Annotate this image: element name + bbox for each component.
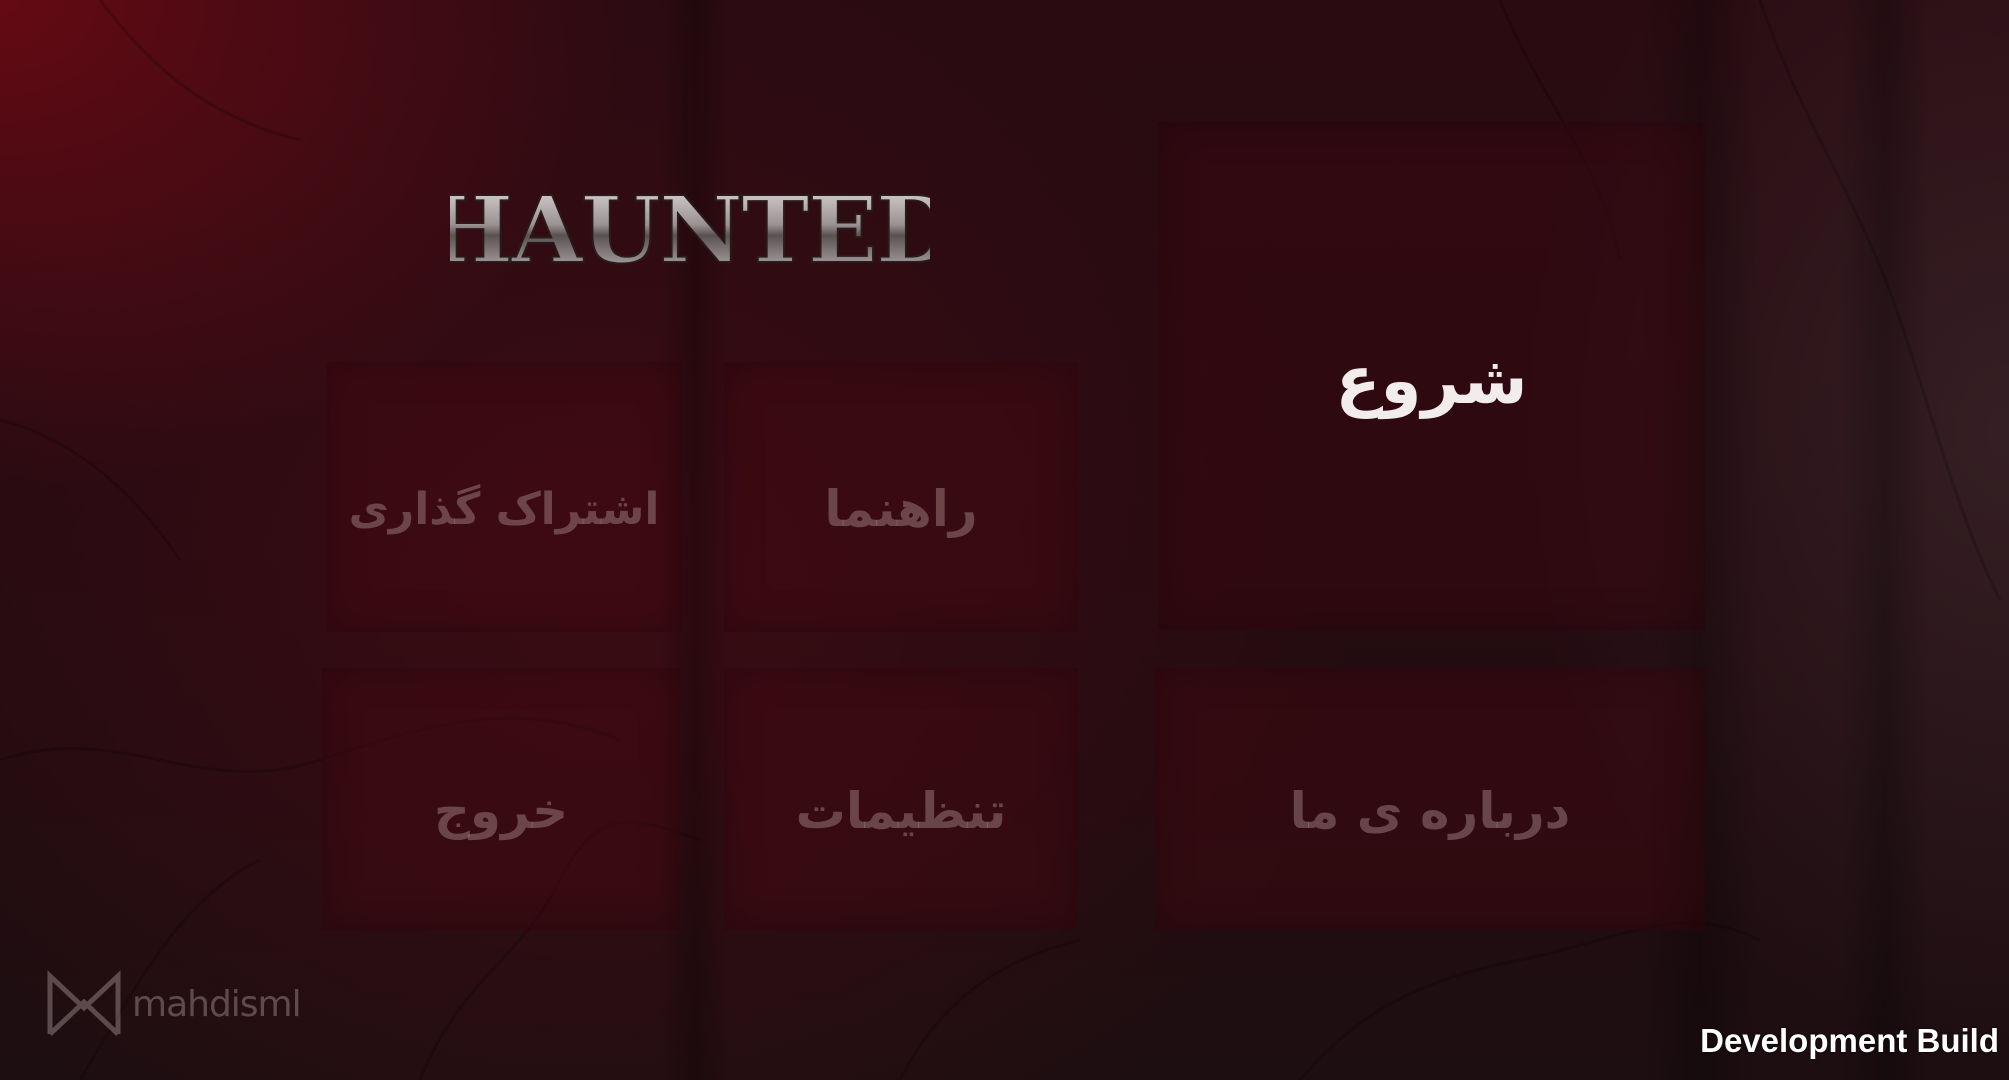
logo-text: HAUNTED [450,176,930,284]
game-logo: HAUNTED [450,175,930,285]
main-menu-screen: HAUNTED شروع اشتراک گذاری راهنما خروج تن… [0,0,2009,1080]
developer-watermark: mahdisml [44,968,302,1040]
exit-button[interactable]: خروج [322,668,680,930]
about-button[interactable]: درباره ی ما [1155,668,1705,930]
guide-button[interactable]: راهنما [724,362,1078,632]
guide-label: راهنما [824,480,978,538]
watermark-text: mahdisml [132,983,302,1025]
start-label: شروع [1335,342,1528,419]
build-label: Development Build [1700,1022,1999,1059]
exit-label: خروج [433,782,569,840]
developer-logo-icon [47,970,121,1036]
about-label: درباره ی ما [1289,782,1571,840]
share-label: اشتراک گذاری [348,483,660,535]
settings-label: تنظیمات [795,782,1007,840]
share-button[interactable]: اشتراک گذاری [326,362,682,632]
settings-button[interactable]: تنظیمات [724,668,1078,930]
start-button[interactable]: شروع [1158,122,1705,630]
